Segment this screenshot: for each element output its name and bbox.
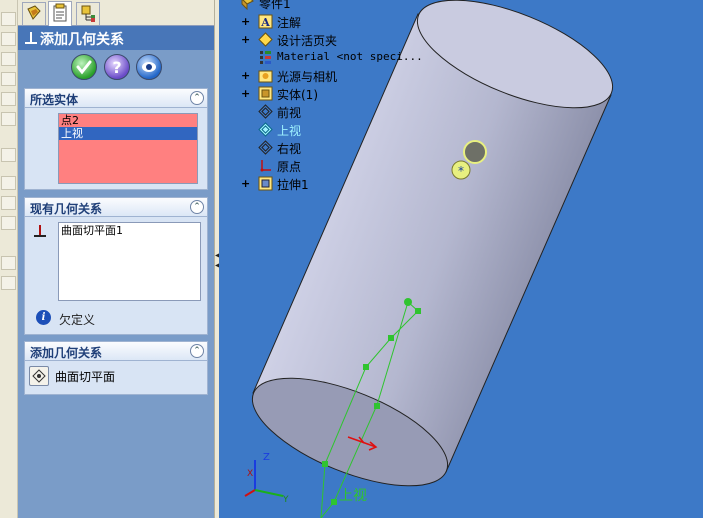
toolbar-button[interactable]: [1, 256, 16, 270]
configuration-icon: [81, 5, 95, 22]
collapse-icon[interactable]: ⌃: [190, 200, 204, 214]
plane-icon: [258, 140, 273, 155]
property-manager-header: 添加几何关系: [18, 26, 214, 50]
detailed-preview-button[interactable]: [136, 54, 162, 80]
plane-icon: [258, 122, 273, 137]
toolbar-button[interactable]: [1, 276, 16, 290]
status-text: 欠定义: [59, 313, 96, 327]
help-button[interactable]: ?: [104, 54, 130, 80]
relation-icon: [34, 225, 46, 237]
perpendicular-relation-icon: [25, 32, 37, 44]
expand-icon[interactable]: +: [241, 70, 250, 81]
page-title: 添加几何关系: [40, 32, 124, 48]
plane-label: 上视: [339, 488, 367, 504]
expand-icon[interactable]: +: [241, 178, 250, 189]
material-icon: [260, 51, 271, 64]
origin-icon: [260, 160, 271, 172]
collapse-icon[interactable]: ⌃: [190, 91, 204, 105]
toolbar-button[interactable]: [1, 176, 16, 190]
tab-feature-manager[interactable]: [22, 2, 46, 25]
list-item[interactable]: 点2: [59, 114, 197, 127]
toolbar-button[interactable]: [1, 32, 16, 46]
tangent-relation-label: 曲面切平面: [55, 370, 116, 384]
tangent-relation-button[interactable]: [29, 366, 49, 386]
expand-icon[interactable]: +: [241, 16, 250, 27]
triad-y-label: Y: [282, 495, 289, 505]
triad-z-label: Z: [263, 452, 270, 463]
group-title: 现有几何关系: [30, 202, 103, 216]
list-item[interactable]: 上视: [59, 127, 197, 140]
tangent-icon: [32, 369, 46, 383]
collapse-icon[interactable]: ⌃: [190, 344, 204, 358]
property-manager: 添加几何关系 ? 所选实体 ⌃ 点2 上视 现有几何关系 ⌃ 曲面切平面1 i …: [18, 0, 214, 518]
toolbar-button[interactable]: [1, 148, 16, 162]
group-header[interactable]: 添加几何关系 ⌃: [25, 342, 207, 361]
toolbar-button[interactable]: [1, 92, 16, 106]
toolbar-button[interactable]: [1, 112, 16, 126]
left-toolbar: [0, 0, 18, 518]
toolbar-button[interactable]: [1, 216, 16, 230]
info-icon: i: [36, 310, 51, 325]
group-title: 所选实体: [30, 93, 79, 107]
selected-entities-group: 所选实体 ⌃ 点2 上视: [24, 88, 208, 190]
question-icon: ?: [112, 58, 121, 77]
existing-relations-group: 现有几何关系 ⌃ 曲面切平面1 i 欠定义: [24, 197, 208, 335]
solid-bodies-icon: [258, 86, 273, 101]
add-relations-group: 添加几何关系 ⌃ 曲面切平面: [24, 341, 208, 395]
svg-text:A: A: [260, 16, 270, 29]
check-icon: [76, 60, 92, 75]
lights-cameras-icon: [258, 70, 273, 83]
part-icon: [241, 0, 254, 10]
group-header[interactable]: 现有几何关系 ⌃: [25, 198, 207, 217]
feature-tree-icon: [27, 5, 41, 20]
expand-icon[interactable]: +: [241, 34, 250, 45]
list-item[interactable]: 曲面切平面1: [59, 223, 200, 238]
tab-property-manager[interactable]: [48, 1, 72, 26]
tab-configuration-manager[interactable]: [76, 2, 100, 25]
svg-text:?: ?: [112, 58, 121, 77]
toolbar-button[interactable]: [1, 72, 16, 86]
preview-eye-icon: [142, 62, 156, 72]
view-triad: Z X Y: [244, 452, 289, 505]
svg-text:*: *: [458, 164, 464, 178]
triad-x-label: X: [247, 469, 253, 479]
property-icon: [53, 3, 67, 22]
graphics-area[interactable]: * 上视 Z X Y 零件1 + A 注解 + 设计活页夹 Material <…: [219, 0, 703, 518]
design-binder-icon: [258, 32, 273, 47]
group-title: 添加几何关系: [30, 346, 103, 360]
toolbar-button[interactable]: [1, 52, 16, 66]
extrude-icon: [258, 176, 273, 191]
relations-list[interactable]: 曲面切平面1: [58, 222, 201, 301]
toolbar-button[interactable]: [1, 12, 16, 26]
group-header[interactable]: 所选实体 ⌃: [25, 89, 207, 108]
annotations-icon: A: [258, 14, 273, 29]
plane-icon: [258, 104, 273, 119]
manager-tabs: [18, 0, 214, 26]
expand-icon[interactable]: +: [241, 88, 250, 99]
toolbar-button[interactable]: [1, 196, 16, 210]
selection-list[interactable]: 点2 上视: [58, 113, 198, 184]
ok-button[interactable]: [71, 54, 97, 80]
